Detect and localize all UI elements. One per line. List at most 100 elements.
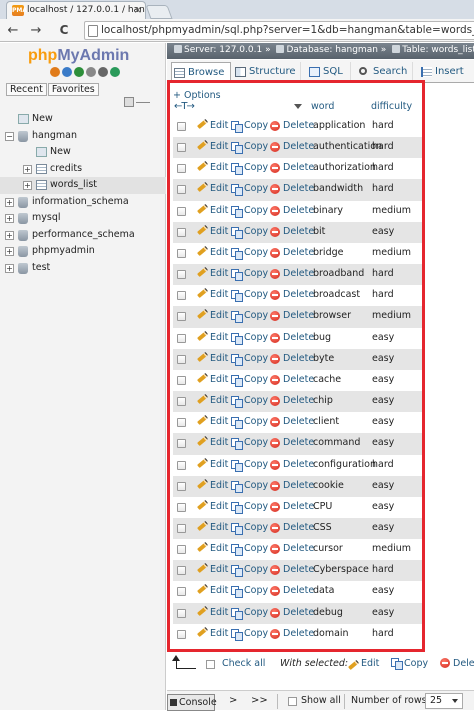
tree-item[interactable]: + words_list: [0, 177, 166, 194]
tree-item[interactable]: + phpmyadmin: [0, 243, 166, 260]
column-resize-arrows[interactable]: ←T→: [174, 101, 195, 112]
copy-button[interactable]: Copy: [230, 412, 268, 432]
edit-button[interactable]: Edit: [196, 518, 228, 538]
console-button[interactable]: Console: [167, 694, 217, 711]
chevron-down-icon[interactable]: [294, 104, 302, 109]
edit-button[interactable]: Edit: [196, 370, 228, 390]
tab-recent[interactable]: Recent: [6, 83, 47, 96]
tree-item-label[interactable]: words_list: [50, 177, 97, 193]
row-checkbox[interactable]: [177, 333, 186, 343]
expand-icon[interactable]: +: [5, 230, 14, 240]
delete-button[interactable]: Delete: [269, 581, 314, 601]
copy-button[interactable]: Copy: [230, 116, 268, 136]
expand-icon[interactable]: +: [5, 214, 14, 223]
row-checkbox[interactable]: [177, 523, 186, 533]
tree-item[interactable]: + performance_schema: [0, 227, 166, 244]
logout-icon[interactable]: [62, 67, 72, 77]
row-checkbox[interactable]: [177, 481, 186, 491]
column-header-difficulty[interactable]: difficulty: [371, 101, 412, 112]
show-all-checkbox[interactable]: [288, 697, 297, 706]
reload-nav-icon[interactable]: [110, 67, 120, 77]
delete-button[interactable]: Delete: [269, 222, 314, 242]
edit-button[interactable]: Edit: [196, 201, 228, 221]
tree-item-label[interactable]: test: [32, 260, 50, 276]
copy-button[interactable]: Copy: [230, 433, 268, 453]
address-bar[interactable]: localhost/phpmyadmin/sql.php?server=1&db…: [84, 21, 474, 40]
copy-button[interactable]: Copy: [230, 391, 268, 411]
delete-button[interactable]: Delete: [269, 391, 314, 411]
unlink-icon[interactable]: [136, 102, 150, 103]
delete-button[interactable]: Delete: [269, 349, 314, 369]
delete-button[interactable]: Delete: [269, 243, 314, 263]
delete-button[interactable]: Delete: [269, 412, 314, 432]
collapse-all-icon[interactable]: [124, 97, 134, 107]
copy-button[interactable]: Copy: [230, 476, 268, 496]
delete-button[interactable]: Delete: [269, 603, 314, 623]
edit-button[interactable]: Edit: [196, 539, 228, 559]
delete-button[interactable]: Delete: [269, 158, 314, 178]
edit-button[interactable]: Edit: [196, 306, 228, 326]
row-checkbox[interactable]: [177, 397, 186, 407]
row-checkbox[interactable]: [177, 545, 186, 555]
home-icon[interactable]: [50, 67, 60, 77]
check-all-label[interactable]: Check all: [222, 658, 265, 669]
delete-button[interactable]: Delete: [269, 560, 314, 580]
rows-per-page-select[interactable]: 25: [425, 693, 463, 709]
delete-button[interactable]: Delete: [269, 328, 314, 348]
row-checkbox[interactable]: [177, 587, 186, 597]
new-tab-button[interactable]: [145, 5, 173, 19]
expand-icon[interactable]: +: [23, 181, 32, 190]
next-page-button[interactable]: >: [229, 695, 237, 706]
copy-button[interactable]: Copy: [230, 497, 268, 517]
tree-item-label[interactable]: New: [50, 144, 71, 160]
tree-item-label[interactable]: mysql: [32, 210, 61, 226]
forward-button[interactable]: →: [27, 22, 45, 39]
copy-button[interactable]: Copy: [230, 539, 268, 559]
column-header-word[interactable]: word: [311, 101, 334, 112]
edit-button[interactable]: Edit: [196, 116, 228, 136]
edit-button[interactable]: Edit: [196, 137, 228, 157]
edit-button[interactable]: Edit: [196, 497, 228, 517]
tree-item[interactable]: − hangman: [0, 128, 166, 145]
tree-item[interactable]: New: [0, 144, 166, 161]
edit-button[interactable]: Edit: [196, 412, 228, 432]
copy-button[interactable]: Copy: [230, 158, 268, 178]
edit-button[interactable]: Edit: [196, 243, 228, 263]
tree-item[interactable]: + credits: [0, 161, 166, 178]
copy-button[interactable]: Copy: [230, 603, 268, 623]
copy-button[interactable]: Copy: [230, 306, 268, 326]
delete-button[interactable]: Delete: [269, 285, 314, 305]
row-checkbox[interactable]: [177, 439, 186, 449]
tree-item-label[interactable]: phpmyadmin: [32, 243, 95, 259]
tree-item[interactable]: New: [0, 111, 166, 128]
row-checkbox[interactable]: [177, 122, 186, 131]
tree-item-label[interactable]: hangman: [32, 128, 77, 144]
edit-button[interactable]: Edit: [196, 560, 228, 580]
delete-button[interactable]: Delete: [269, 137, 314, 157]
tab-favorites[interactable]: Favorites: [47, 83, 99, 96]
delete-button[interactable]: Delete: [269, 433, 314, 453]
delete-button[interactable]: Delete: [269, 476, 314, 496]
close-tab-icon[interactable]: ×: [134, 2, 142, 19]
delete-button[interactable]: Delete: [269, 201, 314, 221]
row-checkbox[interactable]: [177, 227, 186, 237]
delete-button[interactable]: Delete: [269, 539, 314, 559]
tree-item-label[interactable]: information_schema: [32, 194, 129, 210]
tree-item-label[interactable]: New: [32, 111, 53, 127]
row-checkbox[interactable]: [177, 312, 186, 322]
row-checkbox[interactable]: [177, 629, 186, 639]
row-checkbox[interactable]: [177, 270, 186, 280]
edit-button[interactable]: Edit: [196, 285, 228, 305]
row-checkbox[interactable]: [177, 143, 186, 153]
copy-button[interactable]: Copy: [230, 285, 268, 305]
tree-item[interactable]: + mysql: [0, 210, 166, 227]
expand-icon[interactable]: +: [23, 164, 32, 174]
options-link[interactable]: + Options: [173, 90, 221, 101]
back-button[interactable]: ←: [4, 22, 22, 39]
delete-button[interactable]: Delete: [269, 518, 314, 538]
help-icon[interactable]: [74, 67, 84, 77]
row-checkbox[interactable]: [177, 608, 186, 618]
row-checkbox[interactable]: [177, 375, 186, 385]
row-checkbox[interactable]: [177, 185, 186, 195]
copy-button[interactable]: Copy: [230, 243, 268, 263]
